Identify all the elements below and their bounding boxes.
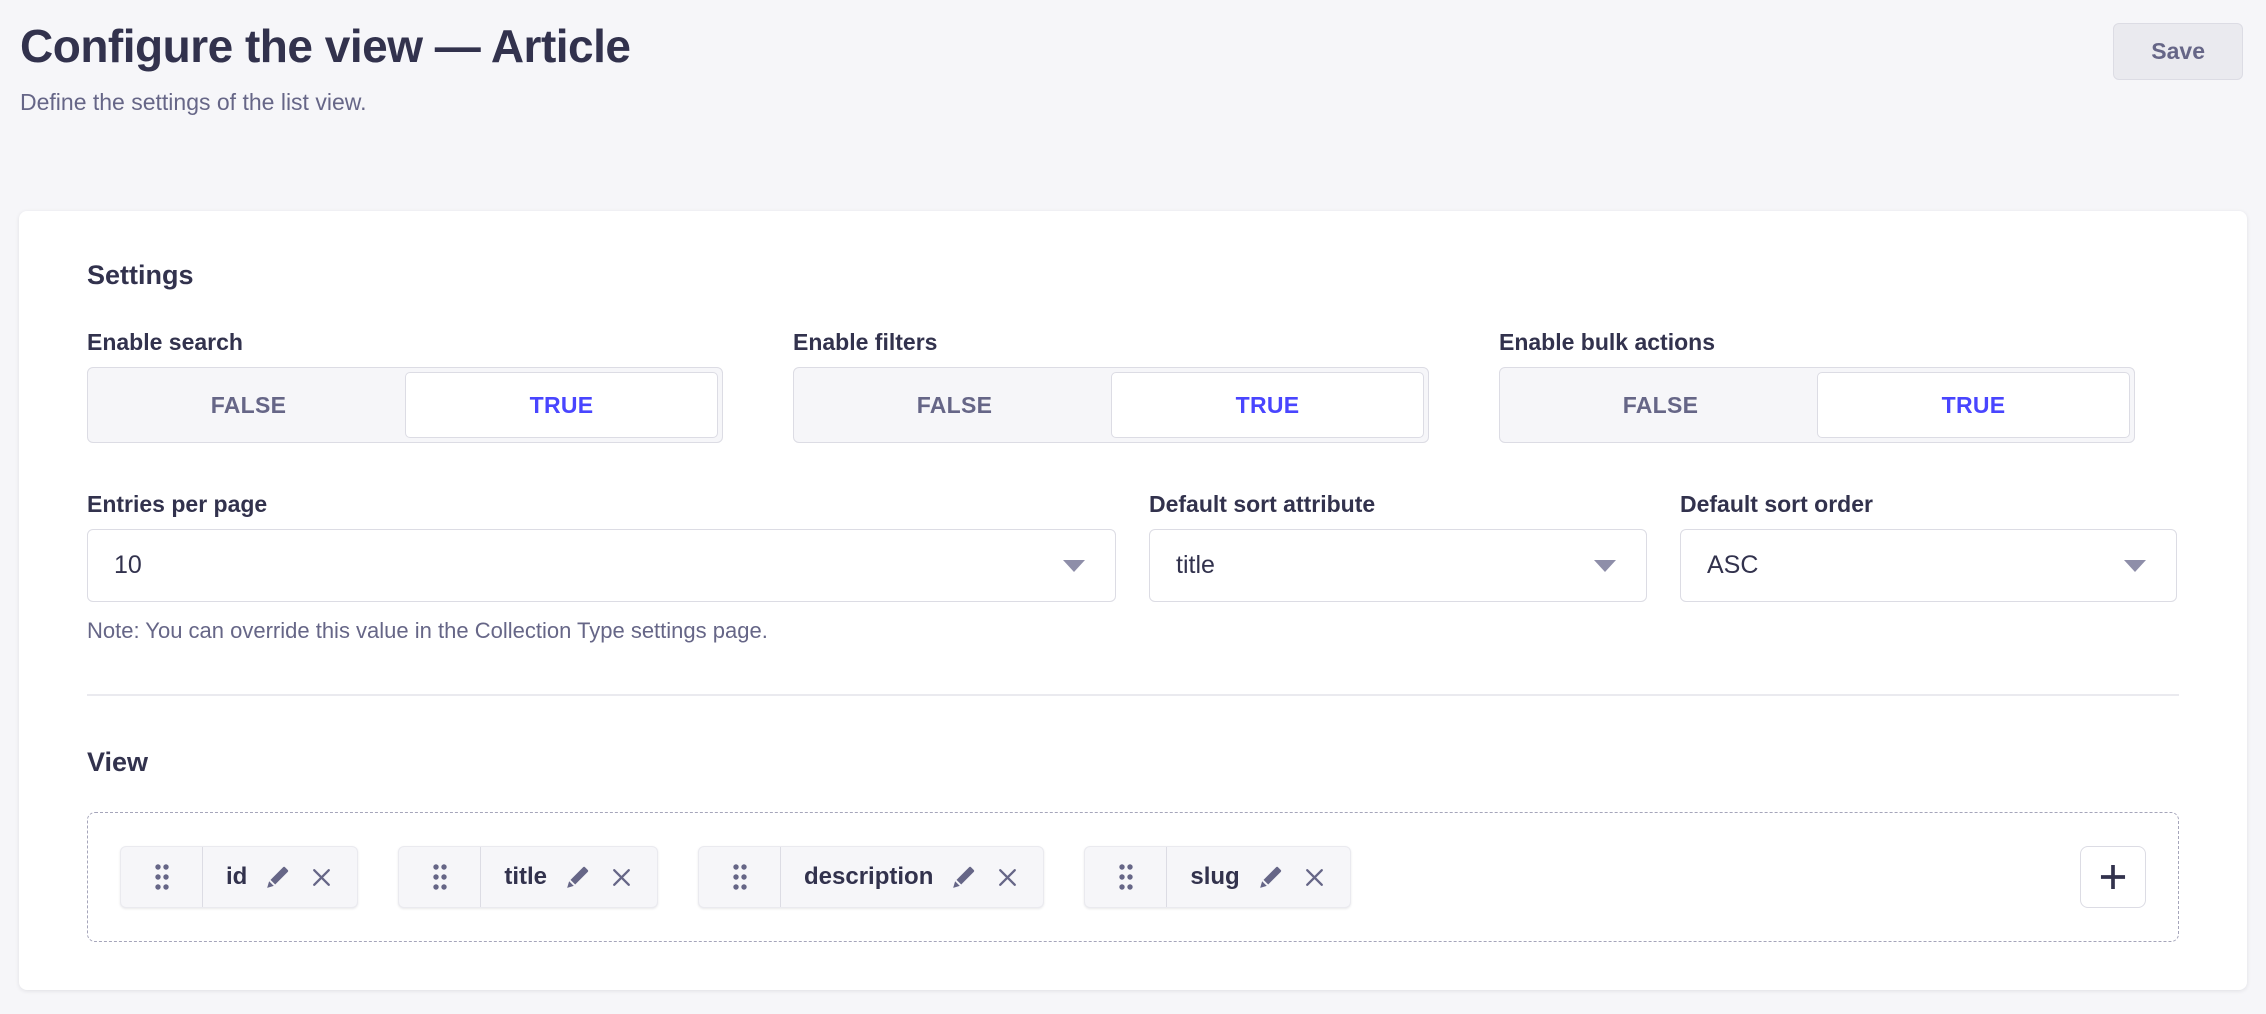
enable-bulk-actions-field: Enable bulk actions FALSE TRUE <box>1499 329 2135 443</box>
chevron-down-icon <box>1063 560 1085 572</box>
field-chip-description: description <box>698 846 1044 908</box>
chip-body: id <box>203 847 357 907</box>
close-icon <box>309 865 334 890</box>
enable-bulk-actions-false-option[interactable]: FALSE <box>1504 372 1817 438</box>
enable-filters-label: Enable filters <box>793 329 1429 355</box>
chip-label: title <box>504 863 547 891</box>
entries-per-page-select[interactable]: 10 <box>87 529 1116 602</box>
enable-filters-field: Enable filters FALSE TRUE <box>793 329 1429 443</box>
chevron-down-icon <box>2124 560 2146 572</box>
enable-bulk-actions-label: Enable bulk actions <box>1499 329 2135 355</box>
field-chip-id: id <box>120 846 358 908</box>
enable-bulk-actions-true-option[interactable]: TRUE <box>1817 372 2130 438</box>
add-field-button[interactable] <box>2080 846 2146 908</box>
edit-field-button[interactable] <box>1258 864 1284 890</box>
enable-search-toggle[interactable]: FALSE TRUE <box>87 367 723 443</box>
remove-field-button[interactable] <box>995 865 1020 890</box>
field-chip-title: title <box>398 846 658 908</box>
enable-filters-toggle[interactable]: FALSE TRUE <box>793 367 1429 443</box>
edit-field-button[interactable] <box>565 864 591 890</box>
pencil-icon <box>265 864 291 890</box>
chevron-down-icon <box>1594 560 1616 572</box>
selects-row: Entries per page 10 Note: You can overri… <box>87 491 2179 644</box>
default-sort-attribute-select[interactable]: title <box>1149 529 1647 602</box>
field-chip-slug: slug <box>1084 846 1350 908</box>
entries-per-page-field: Entries per page 10 Note: You can overri… <box>87 491 1116 644</box>
edit-field-button[interactable] <box>951 864 977 890</box>
enable-filters-false-option[interactable]: FALSE <box>798 372 1111 438</box>
chip-body: description <box>781 847 1043 907</box>
page-title: Configure the view — Article <box>20 16 631 76</box>
chip-body: title <box>481 847 657 907</box>
chip-label: slug <box>1190 863 1239 891</box>
plus-icon <box>2096 860 2130 894</box>
entries-per-page-label: Entries per page <box>87 491 1116 517</box>
enable-bulk-actions-toggle[interactable]: FALSE TRUE <box>1499 367 2135 443</box>
pencil-icon <box>951 864 977 890</box>
section-divider <box>87 694 2179 696</box>
remove-field-button[interactable] <box>309 865 334 890</box>
enable-search-field: Enable search FALSE TRUE <box>87 329 723 443</box>
pencil-icon <box>1258 864 1284 890</box>
close-icon <box>995 865 1020 890</box>
settings-card: Settings Enable search FALSE TRUE Enable… <box>19 211 2247 990</box>
close-icon <box>1302 865 1327 890</box>
enable-filters-true-option[interactable]: TRUE <box>1111 372 1424 438</box>
chip-label: description <box>804 863 933 891</box>
header-titles: Configure the view — Article Define the … <box>20 16 631 116</box>
default-sort-order-value: ASC <box>1707 551 1758 580</box>
settings-heading: Settings <box>87 261 2179 289</box>
page-subtitle: Define the settings of the list view. <box>20 88 631 116</box>
enable-search-true-option[interactable]: TRUE <box>405 372 718 438</box>
edit-field-button[interactable] <box>265 864 291 890</box>
view-fields-dropzone: id <box>87 812 2179 942</box>
chip-label: id <box>226 863 247 891</box>
enable-search-false-option[interactable]: FALSE <box>92 372 405 438</box>
remove-field-button[interactable] <box>1302 865 1327 890</box>
default-sort-attribute-value: title <box>1176 551 1215 580</box>
drag-handle-icon[interactable] <box>399 847 481 907</box>
pencil-icon <box>565 864 591 890</box>
default-sort-order-select[interactable]: ASC <box>1680 529 2177 602</box>
save-button[interactable]: Save <box>2113 23 2243 80</box>
default-sort-order-label: Default sort order <box>1680 491 2177 517</box>
default-sort-attribute-field: Default sort attribute title <box>1149 491 1647 644</box>
drag-handle-icon[interactable] <box>1085 847 1167 907</box>
default-sort-order-field: Default sort order ASC <box>1680 491 2177 644</box>
remove-field-button[interactable] <box>609 865 634 890</box>
chip-body: slug <box>1167 847 1349 907</box>
drag-handle-icon[interactable] <box>699 847 781 907</box>
view-heading: View <box>87 748 2179 776</box>
enable-search-label: Enable search <box>87 329 723 355</box>
default-sort-attribute-label: Default sort attribute <box>1149 491 1647 517</box>
page-header: Configure the view — Article Define the … <box>0 0 2266 211</box>
drag-handle-icon[interactable] <box>121 847 203 907</box>
close-icon <box>609 865 634 890</box>
toggles-row: Enable search FALSE TRUE Enable filters … <box>87 329 2179 443</box>
entries-per-page-value: 10 <box>114 551 142 580</box>
entries-per-page-note: Note: You can override this value in the… <box>87 618 1116 644</box>
